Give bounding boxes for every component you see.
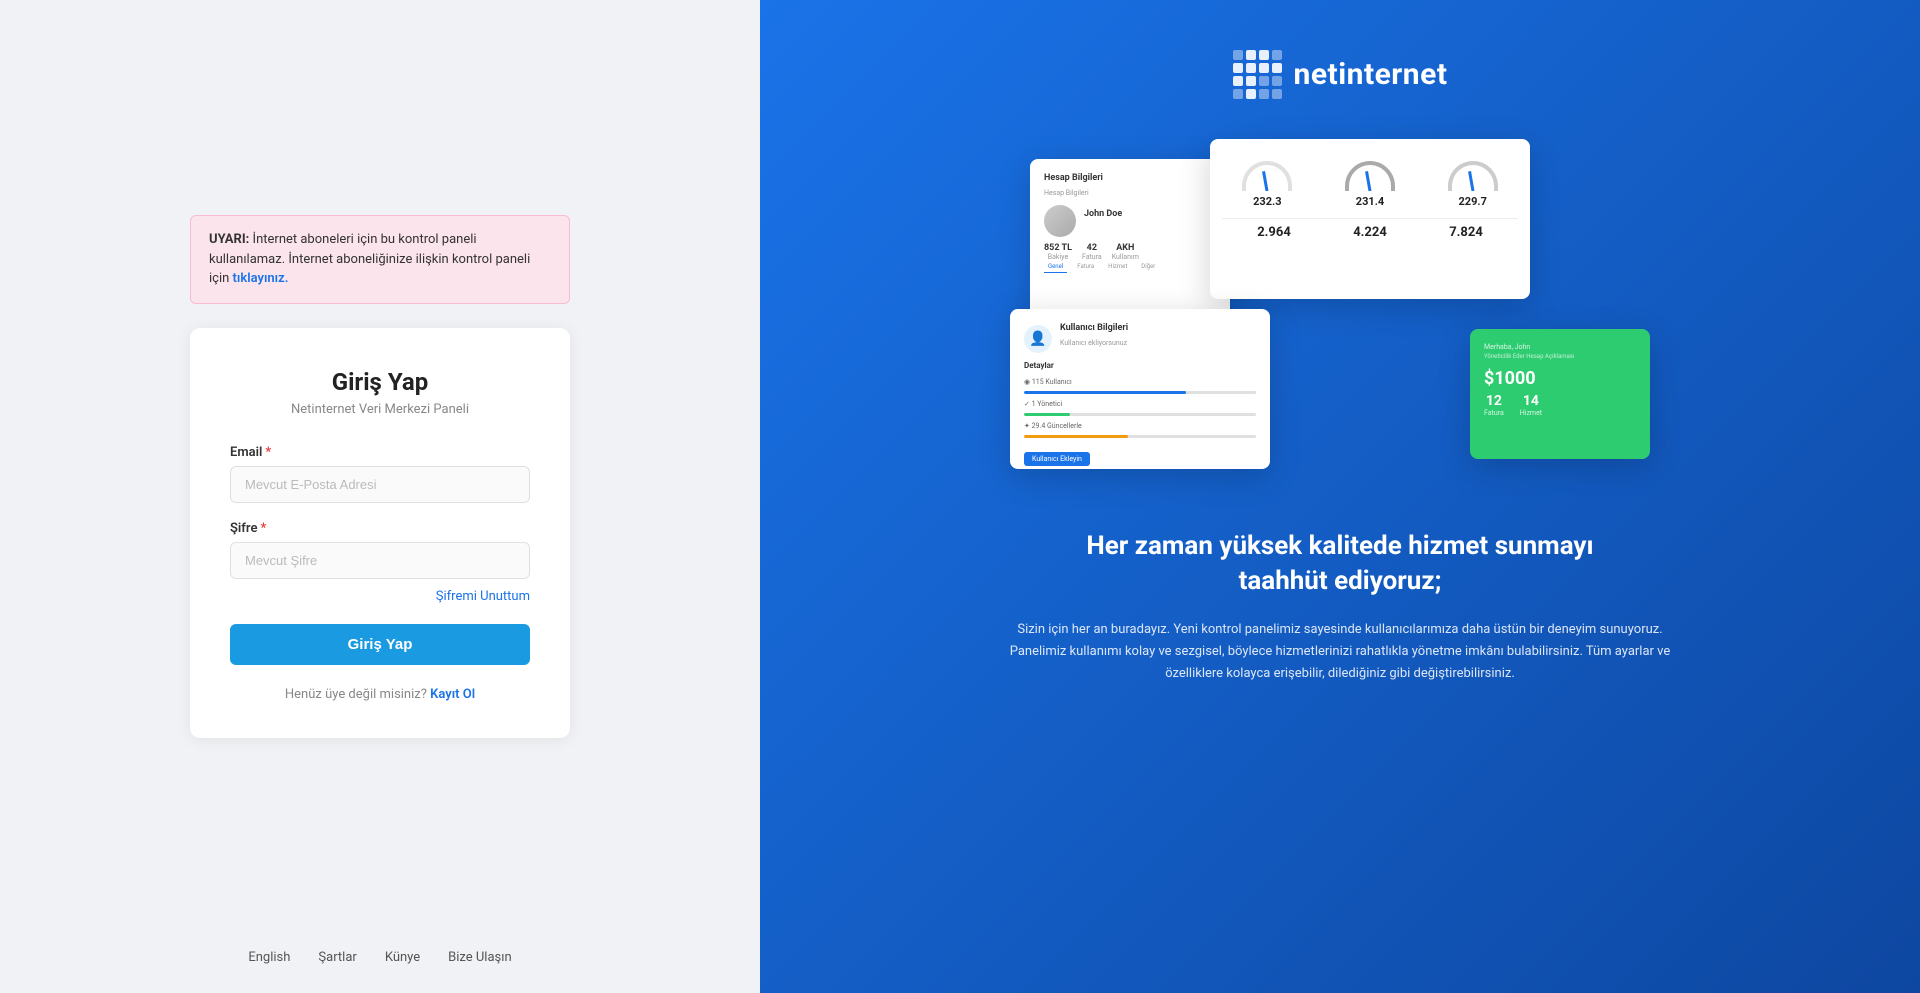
forgot-password-link[interactable]: Şifremi Unuttum: [230, 589, 530, 604]
logo-text: netinternet: [1294, 57, 1448, 92]
dashboard-preview: Hesap Bilgileri Hesap Bilgileri John Doe…: [990, 139, 1690, 479]
mock-nav: Genel Fatura Hizmet Diğer: [1044, 261, 1216, 273]
promo-heading: Her zaman yüksek kalitede hizmet sunmayı…: [1040, 529, 1640, 599]
detail-icon: 👤: [1024, 325, 1052, 353]
speed-gauge-2: [1345, 161, 1395, 191]
mock-avatar: [1044, 205, 1076, 237]
footer-link-bize-ulasin[interactable]: Bize Ulaşın: [448, 950, 512, 965]
mock-card-speed: 232.3 231.4 229.7 2.964 4.224 7.824: [1210, 139, 1530, 299]
mock-detail-btn[interactable]: Kullanıcı Ekleyin: [1024, 452, 1090, 466]
warning-bold: UYARI:: [209, 232, 249, 247]
mock-detail-header: Kullanıcı Bilgileri: [1060, 323, 1128, 333]
speed-gauge-3: [1448, 161, 1498, 191]
logo-area: netinternet: [1233, 50, 1448, 99]
green-stat-1: 12 Fatura: [1484, 393, 1504, 417]
speed-meter-1: 232.3: [1222, 161, 1313, 208]
mock-card-green: Merhaba, John Yöneticilik Eder Hesap Açı…: [1470, 329, 1650, 459]
email-label: Email *: [230, 445, 530, 460]
password-required: *: [261, 521, 267, 536]
email-input[interactable]: [230, 466, 530, 503]
warning-box: UYARI: İnternet aboneleri için bu kontro…: [190, 215, 570, 304]
email-group: Email *: [230, 445, 530, 503]
mock-stat-3: AKH Kullanım: [1112, 243, 1139, 261]
mock-card-details: 👤 Kullanıcı Bilgileri Kullanıcı ekliyors…: [1010, 309, 1270, 469]
mock-stat-1: 852 TL Bakiye: [1044, 243, 1072, 261]
speed-gauge-1: [1242, 161, 1292, 191]
left-panel: UYARI: İnternet aboneleri için bu kontro…: [0, 0, 760, 993]
hello-sub: Yöneticilik Eder Hesap Açıklaması: [1484, 353, 1636, 360]
green-stats: 12 Fatura 14 Hizmet: [1484, 393, 1636, 417]
login-title: Giriş Yap: [230, 368, 530, 396]
register-text: Henüz üye değil misiniz? Kayıt Ol: [230, 687, 530, 702]
green-amount: $1000: [1484, 368, 1636, 389]
speed-meter-2: 231.4: [1325, 161, 1416, 208]
promo-body: Sizin için her an buradayız. Yeni kontro…: [990, 619, 1690, 685]
login-card: Giriş Yap Netinternet Veri Merkezi Panel…: [190, 328, 570, 738]
hello-text: Merhaba, John: [1484, 343, 1636, 351]
email-required: *: [265, 445, 271, 460]
footer-links: English Şartlar Künye Bize Ulaşın: [248, 950, 511, 965]
password-label: Şifre *: [230, 521, 530, 536]
footer-link-kunye[interactable]: Künye: [385, 950, 420, 965]
warning-link[interactable]: tıklayınız.: [233, 271, 289, 286]
mock-card1-header: Hesap Bilgileri: [1044, 173, 1216, 183]
speed-meter-3: 229.7: [1427, 161, 1518, 208]
mock-detail-sub: Kullanıcı ekliyorsunuz: [1060, 339, 1128, 347]
password-input[interactable]: [230, 542, 530, 579]
footer-link-sartlar[interactable]: Şartlar: [318, 950, 356, 965]
detail-lines: ◉ 115 Kullanıcı ✓ 1 Yönetici ✦ 29.4 Günc…: [1024, 378, 1256, 438]
mock-stat-2: 42 Fatura: [1082, 243, 1102, 261]
logo-icon: [1233, 50, 1282, 99]
footer-link-english[interactable]: English: [248, 950, 290, 965]
right-panel: netinternet Hesap Bilgileri Hesap Bilgil…: [760, 0, 1920, 993]
register-link[interactable]: Kayıt Ol: [430, 687, 475, 702]
mock-stats: 852 TL Bakiye 42 Fatura AKH Kullanım: [1044, 243, 1216, 261]
login-button[interactable]: Giriş Yap: [230, 624, 530, 665]
password-group: Şifre *: [230, 521, 530, 579]
mock-sub1: Hesap Bilgileri: [1044, 189, 1216, 197]
login-subtitle: Netinternet Veri Merkezi Paneli: [230, 402, 530, 417]
green-stat-2: 14 Hizmet: [1520, 393, 1542, 417]
